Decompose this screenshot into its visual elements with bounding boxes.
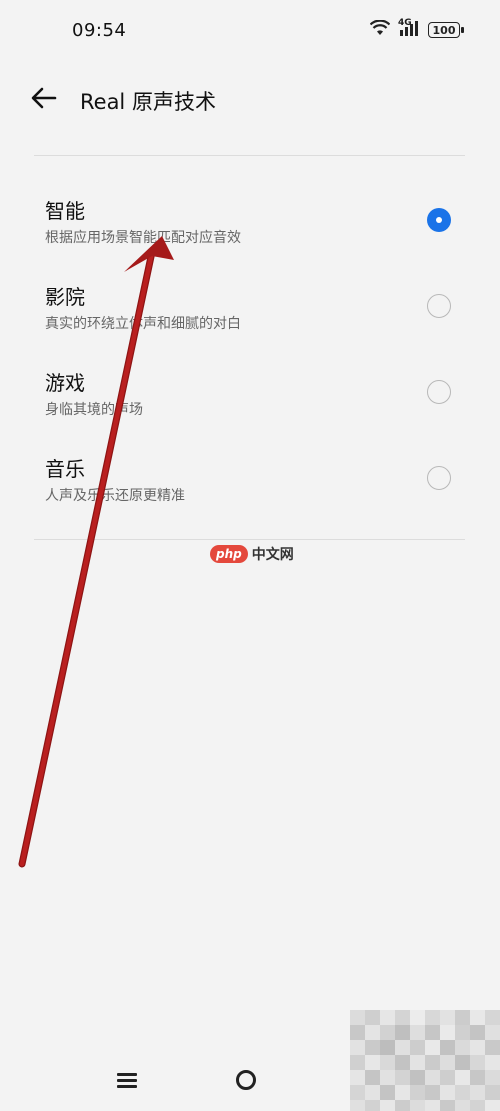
radio-unselected[interactable] (427, 294, 451, 318)
arrow-left-icon (31, 87, 57, 113)
status-icons: 4G 100 (369, 18, 464, 40)
watermark-logo: php 中文网 (210, 544, 294, 564)
radio-unselected[interactable] (427, 466, 451, 490)
top-bar: Real 原声技术 (0, 70, 500, 130)
option-smart[interactable]: 智能 根据应用场景智能匹配对应音效 (0, 185, 500, 265)
option-game[interactable]: 游戏 身临其境的声场 (0, 357, 500, 437)
option-title: 影院 (45, 285, 85, 309)
home-circle-icon[interactable] (236, 1070, 256, 1090)
bottom-divider (34, 539, 465, 540)
option-subtitle: 身临其境的声场 (45, 402, 143, 418)
back-button[interactable] (28, 84, 60, 116)
option-subtitle: 人声及乐乐还原更精准 (45, 488, 185, 504)
radio-selected[interactable] (427, 208, 451, 232)
radio-unselected[interactable] (427, 380, 451, 404)
menu-icon[interactable] (117, 1070, 139, 1090)
option-music[interactable]: 音乐 人声及乐乐还原更精准 (0, 443, 500, 523)
option-cinema[interactable]: 影院 真实的环绕立体声和细腻的对白 (0, 271, 500, 351)
wifi-icon (369, 19, 391, 40)
option-subtitle: 真实的环绕立体声和细腻的对白 (45, 316, 241, 332)
status-time: 09:54 (72, 20, 127, 41)
cell-signal-icon: 4G (398, 18, 420, 40)
option-title: 音乐 (45, 457, 85, 481)
status-bar: 09:54 4G 100 (0, 0, 500, 62)
watermark-text: 中文网 (251, 547, 294, 563)
network-type-label: 4G (398, 18, 412, 28)
option-title: 智能 (45, 199, 85, 223)
page-title: Real 原声技术 (80, 90, 216, 114)
option-title: 游戏 (45, 371, 85, 395)
watermark-badge: php (210, 545, 248, 563)
battery-icon: 100 (428, 22, 464, 38)
option-subtitle: 根据应用场景智能匹配对应音效 (45, 230, 241, 246)
pixelated-corner (350, 1010, 500, 1111)
battery-level: 100 (432, 23, 456, 37)
top-divider (34, 155, 465, 156)
